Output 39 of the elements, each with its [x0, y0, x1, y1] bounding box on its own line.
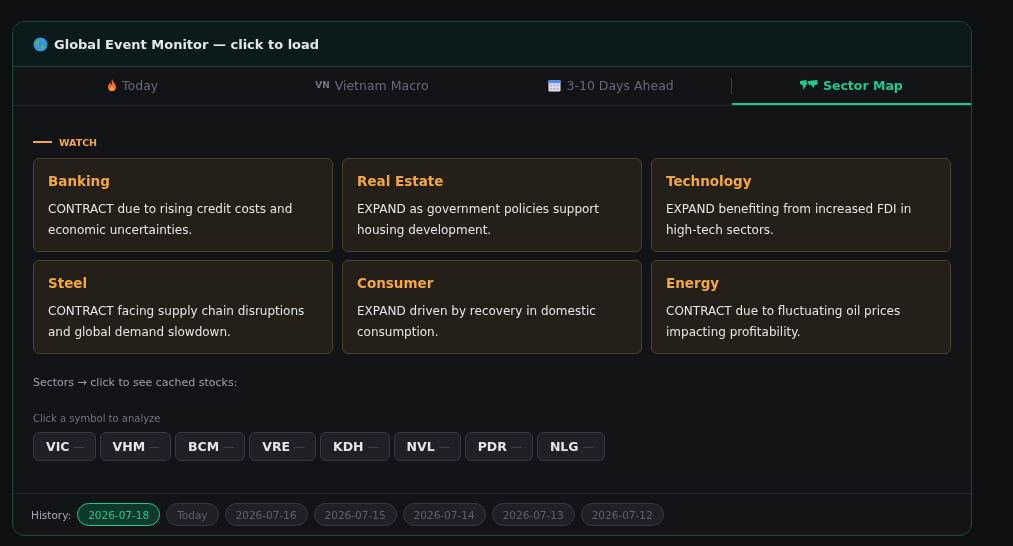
sector-outlook: CONTRACT due to rising credit costs and economic uncertainties. — [48, 201, 294, 239]
globe-icon — [33, 36, 48, 52]
panel-header[interactable]: Global Event Monitor — click to load — [13, 22, 971, 67]
symbol-chip[interactable]: VIC — — [33, 432, 96, 461]
symbol-chip[interactable]: PDR — — [464, 432, 533, 461]
calendar-icon — [548, 78, 562, 92]
history-label: History: — [31, 508, 72, 521]
sector-outlook: EXPAND as government policies support housing development. — [357, 201, 600, 239]
sector-name: Technology — [666, 173, 753, 189]
history-date[interactable]: 2026-07-18 — [77, 503, 161, 526]
sector-card[interactable]: Steel CONTRACT facing supply chain disruptions and global demand slowdown. — [33, 260, 333, 354]
sector-name: Steel — [48, 275, 89, 291]
sector-name: Banking — [48, 173, 111, 189]
symbol-chip[interactable]: KDH — — [320, 432, 390, 461]
sector-card[interactable]: Consumer EXPAND driven by recovery in domestic consumption. — [342, 260, 642, 354]
sector-card[interactable]: Energy CONTRACT due to fluctuating oil prices impacting profitability. — [651, 260, 951, 354]
header-title: Global Event Monitor — click to load — [54, 36, 320, 52]
sector-outlook: EXPAND driven by recovery in domestic consumption. — [357, 303, 597, 341]
sector-name: Real Estate — [357, 173, 445, 189]
sector-card[interactable]: Real Estate EXPAND as government policies support housing development. — [342, 158, 642, 252]
symbol-chip[interactable]: VRE — — [249, 432, 317, 461]
sector-outlook: CONTRACT due to fluctuating oil prices impacting profitability. — [666, 303, 902, 341]
symbol-chip[interactable]: NLG — — [536, 432, 605, 461]
sector-outlook: EXPAND benefiting from increased FDI in high-tech sectors. — [666, 201, 913, 239]
symbols-hint: Click a symbol to analyze — [33, 413, 162, 424]
flame-icon — [107, 78, 118, 92]
sector-name: Consumer — [357, 275, 435, 291]
tab[interactable]: VN Vietnam Macro — [252, 67, 492, 105]
symbol-chip[interactable]: BCM — — [175, 432, 246, 461]
sector-card[interactable]: Banking CONTRACT due to rising credit costs and economic uncertainties. — [33, 158, 333, 252]
symbol-chip[interactable]: VHM — — [99, 432, 172, 461]
flag-label: VN — [315, 80, 330, 90]
sector-card[interactable]: Technology EXPAND benefiting from increased FDI in high-tech sectors. — [651, 158, 951, 252]
sectors-hint: Sectors → click to see cached stocks: — [33, 376, 239, 389]
sector-name: Energy — [666, 275, 721, 291]
symbol-chip[interactable]: NVL — — [393, 432, 461, 461]
tab[interactable]: Sector Map — [731, 67, 971, 105]
section-label: WATCH — [59, 136, 98, 148]
sector-outlook: CONTRACT facing supply chain disruptions and global demand slowdown. — [48, 303, 306, 341]
